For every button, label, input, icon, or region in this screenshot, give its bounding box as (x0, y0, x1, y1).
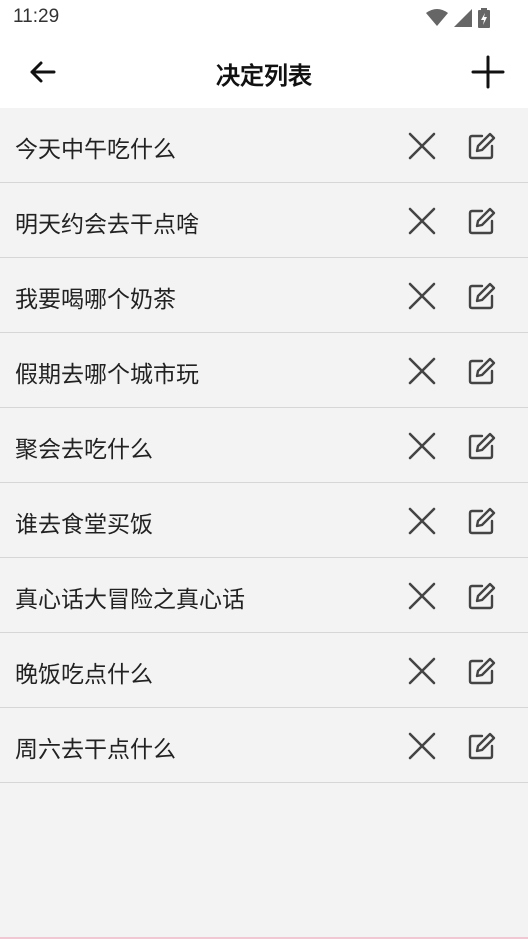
decision-row[interactable]: 周六去干点什么 (0, 708, 528, 783)
plus-icon (471, 55, 505, 89)
close-icon (408, 732, 436, 760)
close-icon (408, 132, 436, 160)
edit-button[interactable] (462, 651, 502, 691)
decision-label: 假期去哪个城市玩 (15, 362, 199, 388)
close-icon (408, 357, 436, 385)
edit-icon (468, 657, 496, 685)
decision-row[interactable]: 聚会去吃什么 (0, 408, 528, 483)
delete-button[interactable] (402, 501, 442, 541)
status-icons (426, 7, 490, 29)
decision-row[interactable]: 真心话大冒险之真心话 (0, 558, 528, 633)
decision-row[interactable]: 我要喝哪个奶茶 (0, 258, 528, 333)
delete-button[interactable] (402, 126, 442, 166)
add-decision-button[interactable] (468, 52, 508, 92)
delete-button[interactable] (402, 351, 442, 391)
edit-icon (468, 507, 496, 535)
delete-button[interactable] (402, 576, 442, 616)
page-title: 决定列表 (216, 62, 312, 90)
decision-label: 聚会去吃什么 (15, 437, 153, 463)
edit-button[interactable] (462, 426, 502, 466)
edit-button[interactable] (462, 501, 502, 541)
decision-row[interactable]: 晚饭吃点什么 (0, 633, 528, 708)
edit-button[interactable] (462, 576, 502, 616)
decision-row[interactable]: 假期去哪个城市玩 (0, 333, 528, 408)
delete-button[interactable] (402, 276, 442, 316)
close-icon (408, 282, 436, 310)
edit-icon (468, 582, 496, 610)
edit-button[interactable] (462, 351, 502, 391)
status-time: 11:29 (13, 6, 60, 27)
decision-row[interactable]: 谁去食堂买饭 (0, 483, 528, 558)
decision-label: 谁去食堂买饭 (15, 512, 153, 538)
edit-icon (468, 732, 496, 760)
edit-button[interactable] (462, 126, 502, 166)
decision-label: 今天中午吃什么 (15, 137, 176, 163)
status-bar: 11:29 (0, 0, 528, 36)
edit-icon (468, 282, 496, 310)
delete-button[interactable] (402, 201, 442, 241)
app-bar: 决定列表 (0, 36, 528, 108)
battery-icon (478, 8, 490, 28)
edit-icon (468, 207, 496, 235)
close-icon (408, 207, 436, 235)
close-icon (408, 432, 436, 460)
edit-icon (468, 132, 496, 160)
close-icon (408, 657, 436, 685)
close-icon (408, 582, 436, 610)
decision-row[interactable]: 明天约会去干点啥 (0, 183, 528, 258)
close-icon (408, 507, 436, 535)
delete-button[interactable] (402, 426, 442, 466)
decision-row[interactable]: 今天中午吃什么 (0, 108, 528, 183)
delete-button[interactable] (402, 651, 442, 691)
edit-button[interactable] (462, 201, 502, 241)
edit-button[interactable] (462, 726, 502, 766)
signal-icon (454, 9, 472, 27)
decision-label: 我要喝哪个奶茶 (15, 287, 176, 313)
decision-list: 今天中午吃什么 明天约会去干点啥 我要喝哪个奶茶 假期去哪个城市玩 聚会去吃什么… (0, 108, 528, 783)
edit-button[interactable] (462, 276, 502, 316)
edit-icon (468, 357, 496, 385)
decision-label: 晚饭吃点什么 (15, 662, 153, 688)
decision-label: 周六去干点什么 (15, 737, 176, 763)
wifi-icon (426, 9, 448, 26)
decision-label: 真心话大冒险之真心话 (15, 587, 245, 613)
decision-label: 明天约会去干点啥 (15, 212, 199, 238)
edit-icon (468, 432, 496, 460)
delete-button[interactable] (402, 726, 442, 766)
